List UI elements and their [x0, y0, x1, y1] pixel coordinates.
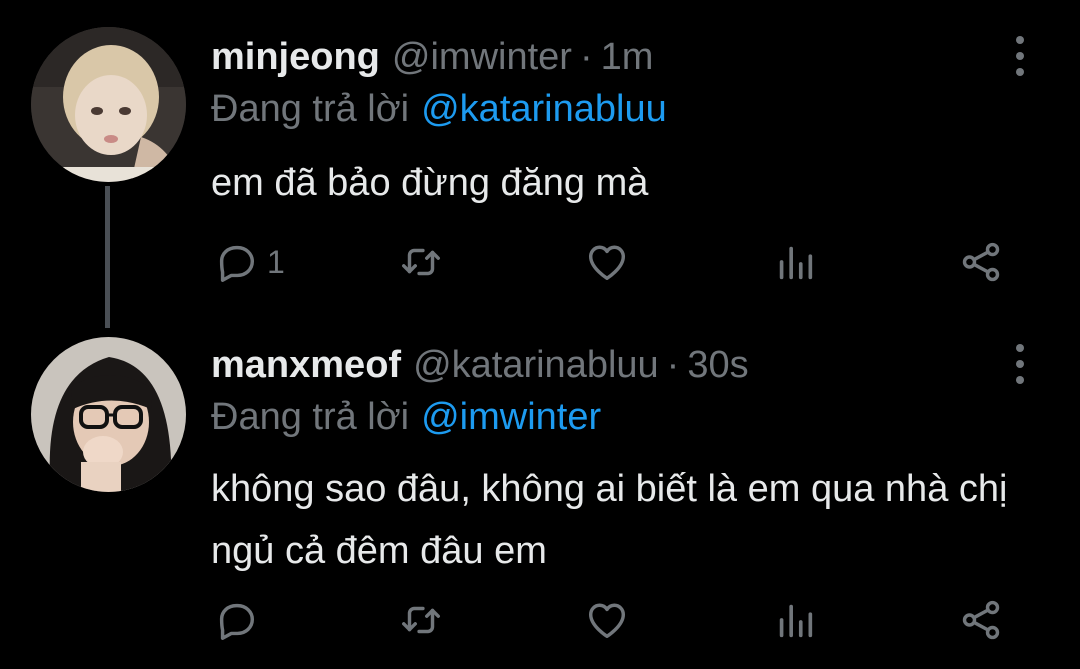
- share-icon: [962, 242, 1000, 282]
- mention-link[interactable]: @imwinter: [421, 396, 601, 438]
- timestamp[interactable]: 1m: [601, 30, 654, 84]
- views-icon: [779, 246, 813, 280]
- reply-icon: [219, 245, 255, 282]
- avatar[interactable]: [31, 337, 186, 492]
- retweet-icon: [402, 248, 440, 276]
- like-button[interactable]: [584, 592, 630, 648]
- tweet-text: không sao đâu, không ai biết là em qua n…: [211, 468, 1008, 572]
- replying-to: Đang trả lời @katarinabluu: [211, 84, 667, 134]
- views-icon: [779, 604, 813, 638]
- reply-button[interactable]: 1: [213, 234, 285, 290]
- glasses-person-avatar-icon: [31, 337, 186, 492]
- reply-button[interactable]: [213, 592, 267, 648]
- views-button[interactable]: [772, 234, 818, 290]
- blonde-person-avatar-icon: [31, 27, 186, 182]
- share-button[interactable]: [958, 234, 1004, 290]
- tweet-header: minjeong @imwinter · 1m: [211, 30, 653, 84]
- tweet-header: manxmeof @katarinabluu · 30s: [211, 338, 749, 392]
- avatar[interactable]: [31, 27, 186, 182]
- timestamp[interactable]: 30s: [687, 338, 748, 392]
- separator: ·: [666, 344, 680, 386]
- heart-icon: [588, 603, 626, 639]
- mention-link[interactable]: @katarinabluu: [421, 88, 667, 130]
- display-name[interactable]: manxmeof: [211, 338, 401, 392]
- action-bar: 1: [0, 234, 1080, 290]
- tweet-text: em đã bảo đừng đăng mà: [211, 162, 649, 204]
- share-button[interactable]: [958, 592, 1004, 648]
- tweet-2[interactable]: manxmeof @katarinabluu · 30s Đang trả lờ…: [0, 322, 1080, 669]
- user-handle[interactable]: @imwinter: [392, 30, 572, 84]
- heart-icon: [588, 245, 626, 281]
- retweet-button[interactable]: [398, 234, 444, 290]
- retweet-button[interactable]: [398, 592, 444, 648]
- reply-prefix: Đang trả lời: [211, 396, 410, 438]
- reply-count: 1: [267, 243, 285, 280]
- display-name[interactable]: minjeong: [211, 30, 380, 84]
- more-vertical-icon[interactable]: [1010, 344, 1030, 384]
- tweet-1[interactable]: minjeong @imwinter · 1m Đang trả lời @kat…: [0, 0, 1080, 328]
- like-button[interactable]: [584, 234, 630, 290]
- reply-icon: [219, 603, 255, 640]
- action-bar: [0, 592, 1080, 648]
- user-handle[interactable]: @katarinabluu: [413, 338, 659, 392]
- views-button[interactable]: [772, 592, 818, 648]
- share-icon: [962, 600, 1000, 640]
- more-vertical-icon[interactable]: [1010, 36, 1030, 76]
- retweet-icon: [402, 606, 440, 634]
- separator: ·: [579, 36, 593, 78]
- reply-prefix: Đang trả lời: [211, 88, 410, 130]
- replying-to: Đang trả lời @imwinter: [211, 392, 601, 442]
